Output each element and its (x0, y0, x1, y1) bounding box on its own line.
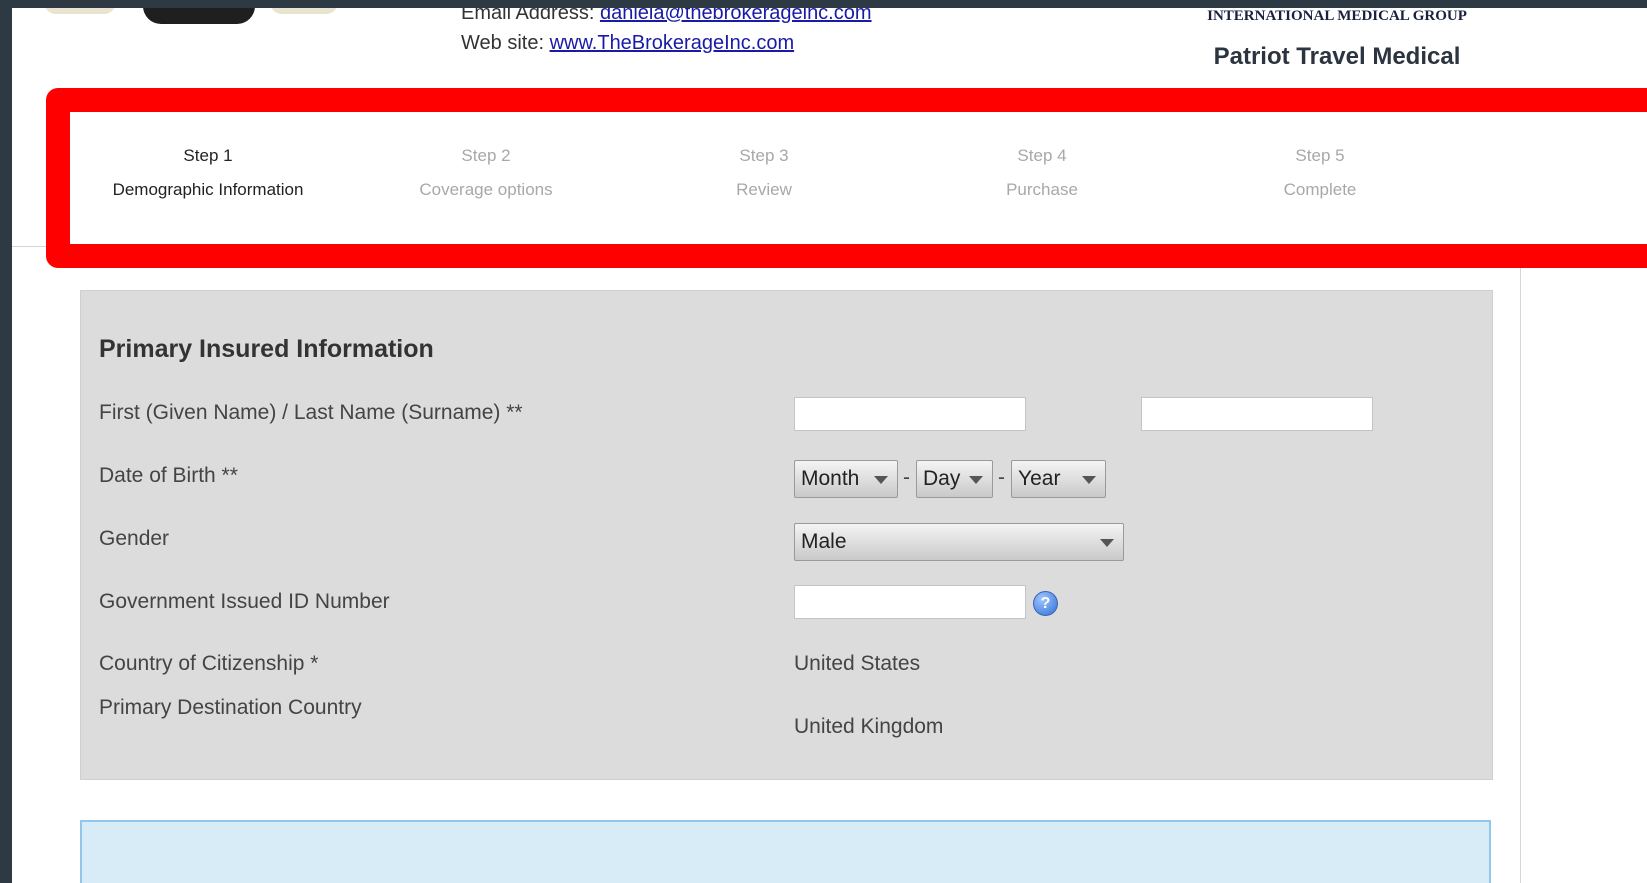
gov-id-label: Government Issued ID Number (99, 590, 390, 613)
brand-group-name: INTERNATIONAL MEDICAL GROUP (1207, 8, 1467, 24)
dob-day-value: Day (923, 467, 961, 490)
last-name-input[interactable] (1141, 397, 1373, 431)
website-label: Web site: (461, 32, 550, 54)
chevron-down-icon (874, 476, 888, 484)
content-divider (1520, 246, 1521, 883)
gender-value: Male (801, 530, 847, 553)
email-link[interactable]: daniela@thebrokerageinc.com (600, 8, 872, 24)
logo-right-piece (270, 8, 338, 14)
citizenship-value: United States (794, 652, 921, 675)
insurer-brand: INTERNATIONAL MEDICAL GROUP Patriot Trav… (1187, 8, 1487, 71)
dob-separator: - (998, 466, 1005, 489)
dob-day-select[interactable]: Day (916, 460, 993, 498)
email-label: Email Address: (461, 8, 600, 24)
email-line: Email Address: daniela@thebrokerageinc.c… (461, 8, 872, 25)
dob-label: Date of Birth ** (99, 464, 238, 487)
company-logo (143, 8, 255, 24)
gender-select[interactable]: Male (794, 523, 1124, 561)
destination-label: Primary Destination Country (99, 696, 362, 719)
dob-separator: - (903, 466, 910, 489)
logo-left-piece (44, 8, 116, 14)
chevron-down-icon (1100, 539, 1114, 547)
chevron-down-icon (1082, 476, 1096, 484)
website-link[interactable]: www.TheBrokerageInc.com (550, 32, 795, 54)
gov-id-input[interactable] (794, 585, 1026, 619)
chevron-down-icon (969, 476, 983, 484)
citizenship-label: Country of Citizenship * (99, 652, 319, 675)
panel-title: Primary Insured Information (99, 335, 434, 363)
website-line: Web site: www.TheBrokerageInc.com (461, 32, 794, 55)
info-box (80, 820, 1491, 883)
dob-year-value: Year (1018, 467, 1061, 490)
gender-label: Gender (99, 527, 170, 550)
primary-insured-panel: Primary Insured Information First (Given… (80, 290, 1493, 780)
name-label: First (Given Name) / Last Name (Surname)… (99, 401, 523, 424)
dob-year-select[interactable]: Year (1011, 460, 1106, 498)
help-icon[interactable]: ? (1033, 591, 1058, 616)
destination-value: United Kingdom (794, 715, 944, 738)
step-highlight-frame (46, 88, 1647, 268)
brand-product-name: Patriot Travel Medical (1213, 43, 1461, 70)
dob-month-select[interactable]: Month (794, 460, 898, 498)
first-name-input[interactable] (794, 397, 1026, 431)
dob-month-value: Month (801, 467, 860, 490)
